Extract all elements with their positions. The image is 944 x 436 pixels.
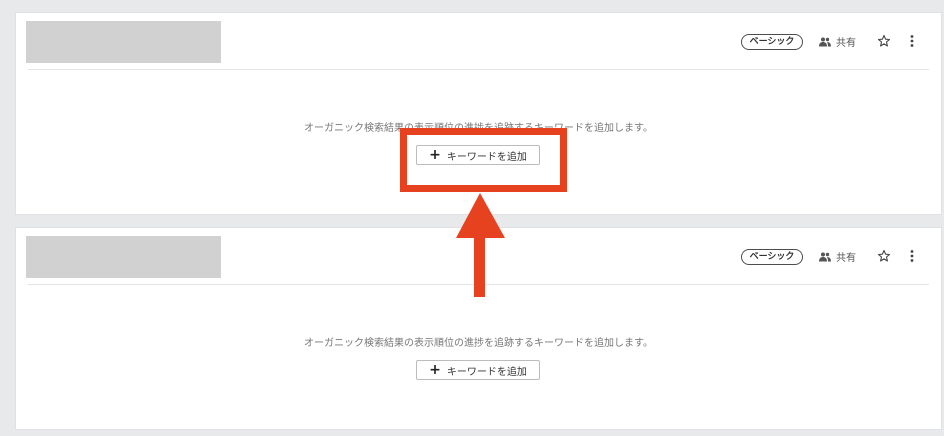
kebab-menu-icon[interactable]: [908, 34, 916, 48]
card-header-divider: [28, 284, 929, 285]
people-icon: [819, 252, 831, 261]
people-icon: [819, 37, 831, 46]
add-keyword-label: キーワードを追加: [446, 151, 527, 163]
empty-state-message: オーガニック検索結果の表示順位の進捗を追跡するキーワードを追加します。: [304, 123, 653, 134]
add-keyword-label: キーワードを追加: [446, 366, 527, 378]
share-button[interactable]: 共有: [819, 248, 856, 265]
empty-state-message: オーガニック検索結果の表示順位の進捗を追跡するキーワードを追加します。: [304, 338, 653, 349]
project-card: ベーシック 共有 オーガニック検索結果の表示順位の進捗を追跡するキーワードを追加…: [16, 228, 941, 429]
share-label: 共有: [836, 38, 856, 49]
add-keyword-button[interactable]: + キーワードを追加: [416, 145, 540, 165]
card-header-divider: [28, 69, 929, 70]
add-keyword-button[interactable]: + キーワードを追加: [416, 360, 540, 380]
plan-badge: ベーシック: [741, 34, 803, 50]
project-thumbnail-placeholder[interactable]: [26, 21, 221, 63]
star-icon[interactable]: [877, 249, 891, 263]
plan-badge: ベーシック: [741, 249, 803, 265]
plus-icon: +: [429, 147, 441, 163]
plus-icon: +: [429, 362, 441, 378]
kebab-menu-icon[interactable]: [908, 249, 916, 263]
share-button[interactable]: 共有: [819, 33, 856, 50]
project-thumbnail-placeholder[interactable]: [26, 236, 221, 278]
share-label: 共有: [836, 253, 856, 264]
project-card: ベーシック 共有 オーガニック検索結果の表示順位の進捗を追跡するキーワードを追加…: [16, 13, 941, 214]
star-icon[interactable]: [877, 34, 891, 48]
